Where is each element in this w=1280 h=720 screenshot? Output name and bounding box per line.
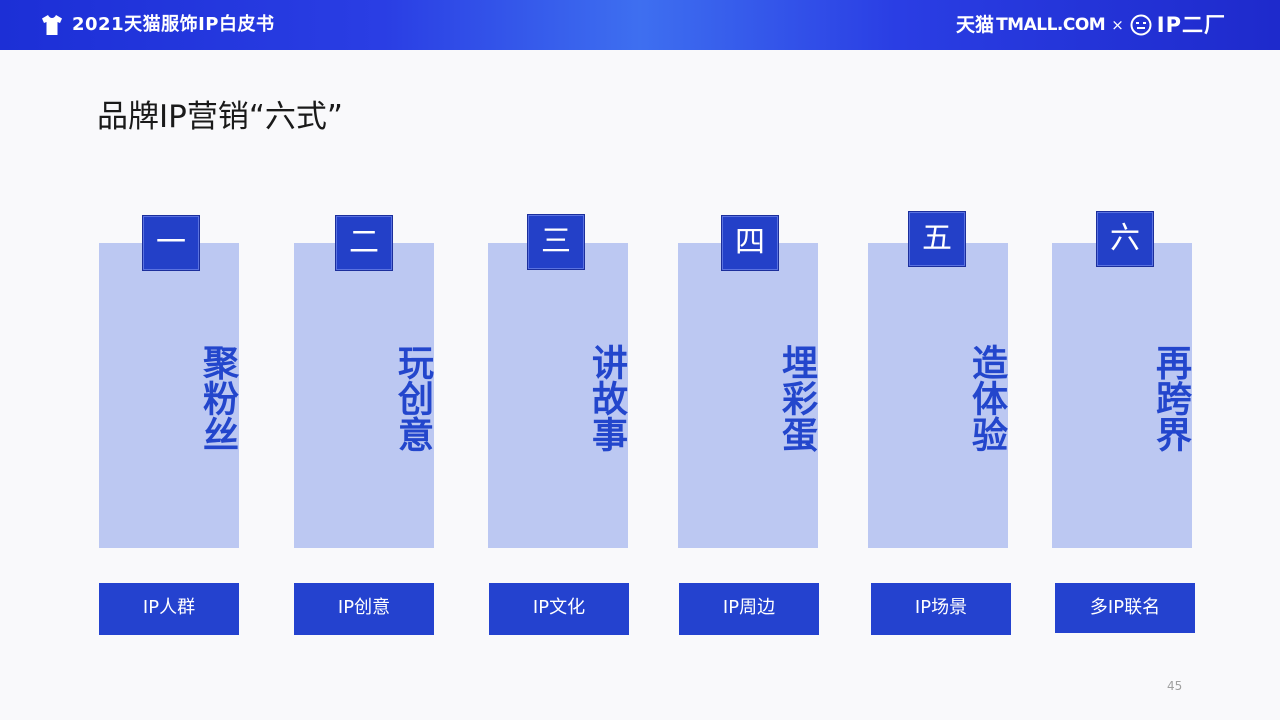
strategy-action: 造体验 — [966, 344, 1007, 452]
header-bar: 2021天猫服饰IP白皮书 天猫 TMALL.COM × IP二厂 — [0, 0, 1280, 50]
strategy-number-badge: 二 — [336, 216, 392, 270]
strategy-tag: IP场景 — [871, 583, 1011, 635]
strategy-number-badge: 六 — [1097, 212, 1153, 266]
strategy-number-badge: 三 — [528, 215, 584, 269]
strategy-card: 埋彩蛋 — [678, 243, 818, 548]
report-title: 2021天猫服饰IP白皮书 — [72, 14, 275, 35]
ip-factory-logo: IP二厂 — [1156, 13, 1226, 37]
strategy-number-badge: 五 — [909, 212, 965, 266]
strategy-tag: IP周边 — [679, 583, 819, 635]
strategy-tag: IP文化 — [489, 583, 629, 635]
page-number: 45 — [1167, 679, 1183, 693]
strategy-tag: IP创意 — [294, 583, 434, 635]
strategy-card: 造体验 — [868, 243, 1008, 548]
tshirt-icon — [42, 15, 62, 35]
page-title: 品牌IP营销“六式” — [97, 99, 343, 135]
strategy-number-badge: 四 — [722, 216, 778, 270]
strategy-action: 聚粉丝 — [197, 344, 238, 452]
tmall-logo-cn: 天猫 — [956, 14, 995, 36]
strategy-card: 聚粉丝 — [99, 243, 239, 548]
brand-separator: × — [1111, 16, 1124, 34]
strategy-card: 再跨界 — [1052, 243, 1192, 548]
brand-logos: 天猫 TMALL.COM × IP二厂 — [956, 12, 1226, 38]
strategy-action: 埋彩蛋 — [776, 344, 817, 452]
strategy-tag: IP人群 — [99, 583, 239, 635]
tmall-logo-en: TMALL.COM — [996, 15, 1106, 35]
strategy-action: 讲故事 — [586, 344, 627, 452]
strategy-tag: 多IP联名 — [1055, 583, 1195, 633]
strategy-action: 玩创意 — [392, 344, 433, 452]
strategy-card: 玩创意 — [294, 243, 434, 548]
strategy-card: 讲故事 — [488, 243, 628, 548]
strategy-number-badge: 一 — [143, 216, 199, 270]
strategy-action: 再跨界 — [1150, 344, 1191, 452]
face-logo-icon — [1130, 14, 1152, 36]
